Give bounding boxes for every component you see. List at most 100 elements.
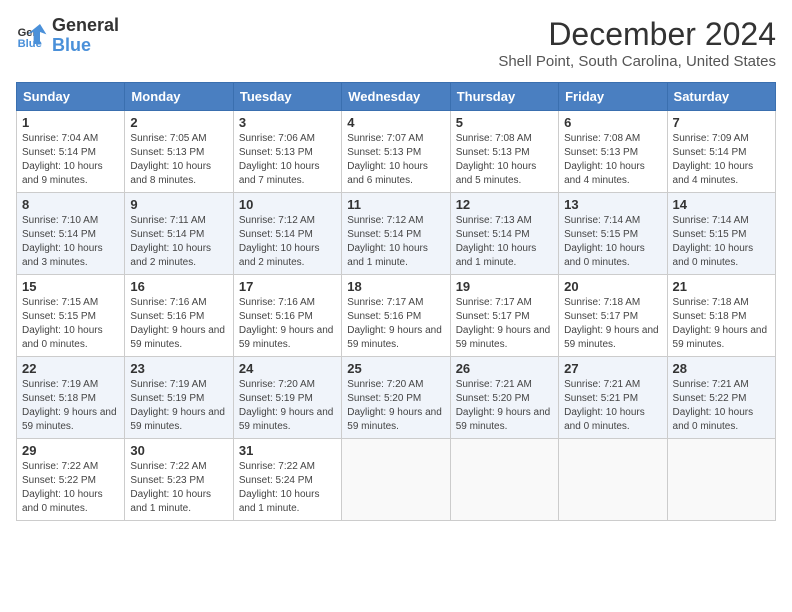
day-number: 1 — [22, 115, 119, 130]
day-info: Sunrise: 7:21 AM Sunset: 5:20 PM Dayligh… — [456, 378, 553, 434]
day-info: Sunrise: 7:18 AM Sunset: 5:18 PM Dayligh… — [673, 296, 770, 352]
day-info: Sunrise: 7:04 AM Sunset: 5:14 PM Dayligh… — [22, 132, 119, 188]
day-number: 23 — [130, 361, 227, 376]
calendar-cell: 27 Sunrise: 7:21 AM Sunset: 5:21 PM Dayl… — [559, 357, 667, 439]
month-title: December 2024 — [498, 16, 776, 53]
day-info: Sunrise: 7:16 AM Sunset: 5:16 PM Dayligh… — [130, 296, 227, 352]
location-title: Shell Point, South Carolina, United Stat… — [498, 53, 776, 70]
day-number: 17 — [239, 279, 336, 294]
calendar-cell: 23 Sunrise: 7:19 AM Sunset: 5:19 PM Dayl… — [125, 357, 233, 439]
calendar-week-2: 8 Sunrise: 7:10 AM Sunset: 5:14 PM Dayli… — [17, 193, 776, 275]
day-number: 15 — [22, 279, 119, 294]
day-number: 5 — [456, 115, 553, 130]
day-number: 25 — [347, 361, 444, 376]
calendar-cell: 8 Sunrise: 7:10 AM Sunset: 5:14 PM Dayli… — [17, 193, 125, 275]
day-info: Sunrise: 7:20 AM Sunset: 5:20 PM Dayligh… — [347, 378, 444, 434]
calendar-cell: 13 Sunrise: 7:14 AM Sunset: 5:15 PM Dayl… — [559, 193, 667, 275]
page-header: Gen Blue General Blue December 2024 Shel… — [16, 16, 776, 70]
calendar-cell: 25 Sunrise: 7:20 AM Sunset: 5:20 PM Dayl… — [342, 357, 450, 439]
day-info: Sunrise: 7:16 AM Sunset: 5:16 PM Dayligh… — [239, 296, 336, 352]
day-number: 27 — [564, 361, 661, 376]
day-info: Sunrise: 7:14 AM Sunset: 5:15 PM Dayligh… — [673, 214, 770, 270]
weekday-header-thursday: Thursday — [450, 83, 558, 111]
calendar-cell: 26 Sunrise: 7:21 AM Sunset: 5:20 PM Dayl… — [450, 357, 558, 439]
day-info: Sunrise: 7:07 AM Sunset: 5:13 PM Dayligh… — [347, 132, 444, 188]
day-number: 9 — [130, 197, 227, 212]
day-number: 12 — [456, 197, 553, 212]
calendar-cell: 4 Sunrise: 7:07 AM Sunset: 5:13 PM Dayli… — [342, 111, 450, 193]
calendar-cell: 3 Sunrise: 7:06 AM Sunset: 5:13 PM Dayli… — [233, 111, 341, 193]
calendar-cell: 14 Sunrise: 7:14 AM Sunset: 5:15 PM Dayl… — [667, 193, 775, 275]
calendar-cell: 15 Sunrise: 7:15 AM Sunset: 5:15 PM Dayl… — [17, 275, 125, 357]
calendar-cell: 31 Sunrise: 7:22 AM Sunset: 5:24 PM Dayl… — [233, 439, 341, 521]
calendar-cell — [559, 439, 667, 521]
day-number: 3 — [239, 115, 336, 130]
day-info: Sunrise: 7:17 AM Sunset: 5:17 PM Dayligh… — [456, 296, 553, 352]
logo: Gen Blue General Blue — [16, 16, 119, 56]
day-number: 31 — [239, 443, 336, 458]
weekday-header-monday: Monday — [125, 83, 233, 111]
day-info: Sunrise: 7:22 AM Sunset: 5:23 PM Dayligh… — [130, 460, 227, 516]
calendar-cell: 18 Sunrise: 7:17 AM Sunset: 5:16 PM Dayl… — [342, 275, 450, 357]
day-info: Sunrise: 7:22 AM Sunset: 5:24 PM Dayligh… — [239, 460, 336, 516]
day-info: Sunrise: 7:18 AM Sunset: 5:17 PM Dayligh… — [564, 296, 661, 352]
day-info: Sunrise: 7:13 AM Sunset: 5:14 PM Dayligh… — [456, 214, 553, 270]
calendar-cell: 11 Sunrise: 7:12 AM Sunset: 5:14 PM Dayl… — [342, 193, 450, 275]
calendar-cell: 1 Sunrise: 7:04 AM Sunset: 5:14 PM Dayli… — [17, 111, 125, 193]
day-number: 14 — [673, 197, 770, 212]
day-info: Sunrise: 7:12 AM Sunset: 5:14 PM Dayligh… — [347, 214, 444, 270]
weekday-header-tuesday: Tuesday — [233, 83, 341, 111]
calendar-cell: 28 Sunrise: 7:21 AM Sunset: 5:22 PM Dayl… — [667, 357, 775, 439]
logo-icon: Gen Blue — [16, 20, 48, 52]
day-info: Sunrise: 7:21 AM Sunset: 5:22 PM Dayligh… — [673, 378, 770, 434]
day-info: Sunrise: 7:19 AM Sunset: 5:18 PM Dayligh… — [22, 378, 119, 434]
day-number: 29 — [22, 443, 119, 458]
day-info: Sunrise: 7:15 AM Sunset: 5:15 PM Dayligh… — [22, 296, 119, 352]
title-block: December 2024 Shell Point, South Carolin… — [498, 16, 776, 70]
day-number: 28 — [673, 361, 770, 376]
calendar-cell: 6 Sunrise: 7:08 AM Sunset: 5:13 PM Dayli… — [559, 111, 667, 193]
calendar-cell: 10 Sunrise: 7:12 AM Sunset: 5:14 PM Dayl… — [233, 193, 341, 275]
calendar-week-4: 22 Sunrise: 7:19 AM Sunset: 5:18 PM Dayl… — [17, 357, 776, 439]
calendar-cell: 9 Sunrise: 7:11 AM Sunset: 5:14 PM Dayli… — [125, 193, 233, 275]
day-info: Sunrise: 7:08 AM Sunset: 5:13 PM Dayligh… — [564, 132, 661, 188]
calendar-cell: 16 Sunrise: 7:16 AM Sunset: 5:16 PM Dayl… — [125, 275, 233, 357]
calendar-cell: 12 Sunrise: 7:13 AM Sunset: 5:14 PM Dayl… — [450, 193, 558, 275]
calendar-week-5: 29 Sunrise: 7:22 AM Sunset: 5:22 PM Dayl… — [17, 439, 776, 521]
day-number: 19 — [456, 279, 553, 294]
calendar-week-3: 15 Sunrise: 7:15 AM Sunset: 5:15 PM Dayl… — [17, 275, 776, 357]
day-number: 6 — [564, 115, 661, 130]
calendar-header-row: SundayMondayTuesdayWednesdayThursdayFrid… — [17, 83, 776, 111]
weekday-header-friday: Friday — [559, 83, 667, 111]
day-number: 10 — [239, 197, 336, 212]
day-info: Sunrise: 7:21 AM Sunset: 5:21 PM Dayligh… — [564, 378, 661, 434]
calendar-cell: 20 Sunrise: 7:18 AM Sunset: 5:17 PM Dayl… — [559, 275, 667, 357]
day-number: 8 — [22, 197, 119, 212]
day-number: 16 — [130, 279, 227, 294]
calendar-cell: 7 Sunrise: 7:09 AM Sunset: 5:14 PM Dayli… — [667, 111, 775, 193]
calendar-cell — [342, 439, 450, 521]
day-info: Sunrise: 7:20 AM Sunset: 5:19 PM Dayligh… — [239, 378, 336, 434]
day-number: 4 — [347, 115, 444, 130]
weekday-header-wednesday: Wednesday — [342, 83, 450, 111]
calendar-cell: 30 Sunrise: 7:22 AM Sunset: 5:23 PM Dayl… — [125, 439, 233, 521]
day-number: 24 — [239, 361, 336, 376]
day-info: Sunrise: 7:06 AM Sunset: 5:13 PM Dayligh… — [239, 132, 336, 188]
calendar-cell: 21 Sunrise: 7:18 AM Sunset: 5:18 PM Dayl… — [667, 275, 775, 357]
logo-text: General Blue — [52, 16, 119, 56]
calendar-cell — [667, 439, 775, 521]
day-number: 21 — [673, 279, 770, 294]
calendar-cell: 22 Sunrise: 7:19 AM Sunset: 5:18 PM Dayl… — [17, 357, 125, 439]
day-number: 22 — [22, 361, 119, 376]
calendar-cell: 17 Sunrise: 7:16 AM Sunset: 5:16 PM Dayl… — [233, 275, 341, 357]
calendar-cell — [450, 439, 558, 521]
day-info: Sunrise: 7:14 AM Sunset: 5:15 PM Dayligh… — [564, 214, 661, 270]
calendar-cell: 19 Sunrise: 7:17 AM Sunset: 5:17 PM Dayl… — [450, 275, 558, 357]
calendar-cell: 29 Sunrise: 7:22 AM Sunset: 5:22 PM Dayl… — [17, 439, 125, 521]
calendar-cell: 2 Sunrise: 7:05 AM Sunset: 5:13 PM Dayli… — [125, 111, 233, 193]
day-info: Sunrise: 7:09 AM Sunset: 5:14 PM Dayligh… — [673, 132, 770, 188]
calendar-table: SundayMondayTuesdayWednesdayThursdayFrid… — [16, 82, 776, 521]
day-info: Sunrise: 7:17 AM Sunset: 5:16 PM Dayligh… — [347, 296, 444, 352]
weekday-header-sunday: Sunday — [17, 83, 125, 111]
day-number: 20 — [564, 279, 661, 294]
